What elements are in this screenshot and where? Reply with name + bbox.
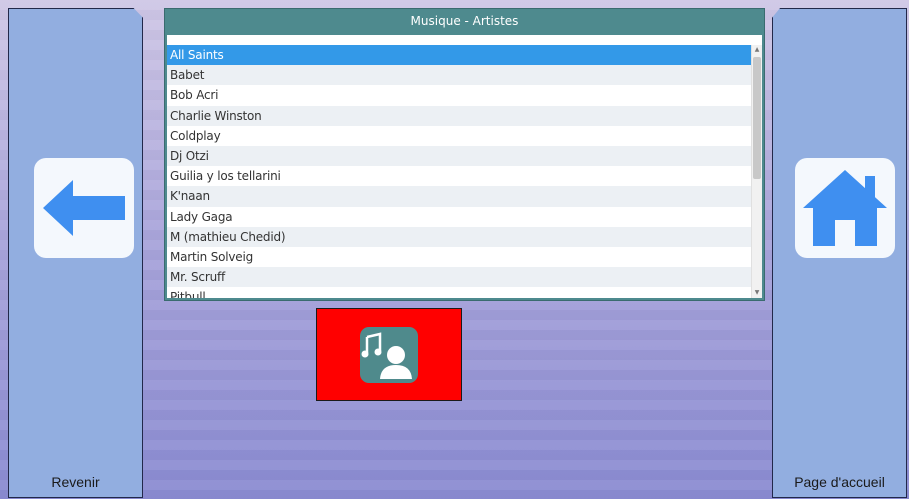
list-item[interactable]: Pitbull <box>167 287 752 298</box>
home-panel[interactable]: Page d'accueil <box>772 8 907 498</box>
scroll-down-icon[interactable]: ▼ <box>752 288 762 298</box>
home-button[interactable] <box>795 158 895 258</box>
arrow-left-icon <box>43 180 125 236</box>
list-item[interactable]: Dj Otzi <box>167 145 752 167</box>
list-item[interactable]: Mr. Scruff <box>167 267 752 288</box>
artist-action-button[interactable] <box>316 308 462 401</box>
list-item[interactable]: Babet <box>167 65 752 86</box>
home-label: Page d'accueil <box>794 474 885 490</box>
list-item[interactable]: All Saints <box>167 45 752 66</box>
music-artist-icon <box>360 326 418 383</box>
artists-panel: Musique - Artistes All Saints Babet Bob Ac… <box>164 8 765 301</box>
list-item[interactable]: Coldplay <box>167 126 752 146</box>
back-panel[interactable]: Revenir <box>8 8 143 498</box>
artist-listbox[interactable]: All Saints Babet Bob Acri Charlie Winston Co… <box>167 35 762 298</box>
list-item[interactable]: Lady Gaga <box>167 207 752 227</box>
back-button[interactable] <box>34 158 134 258</box>
list-item[interactable]: Guilia y los tellarini <box>167 166 752 186</box>
list-item[interactable]: Martin Solveig <box>167 247 752 267</box>
artist-list[interactable]: All Saints Babet Bob Acri Charlie Winston Co… <box>167 45 752 298</box>
panel-title: Musique - Artistes <box>410 14 519 28</box>
list-item[interactable]: Bob Acri <box>167 85 752 105</box>
list-scrollbar[interactable]: ▲ ▼ <box>751 45 762 298</box>
back-label: Revenir <box>51 474 100 490</box>
home-icon <box>803 170 887 246</box>
list-item[interactable]: M (mathieu Chedid) <box>167 226 752 247</box>
list-item[interactable]: Charlie Winston <box>167 105 752 126</box>
list-item[interactable]: K'naan <box>167 186 752 207</box>
scroll-up-icon[interactable]: ▲ <box>752 45 762 55</box>
scrollbar-thumb[interactable] <box>753 57 761 179</box>
